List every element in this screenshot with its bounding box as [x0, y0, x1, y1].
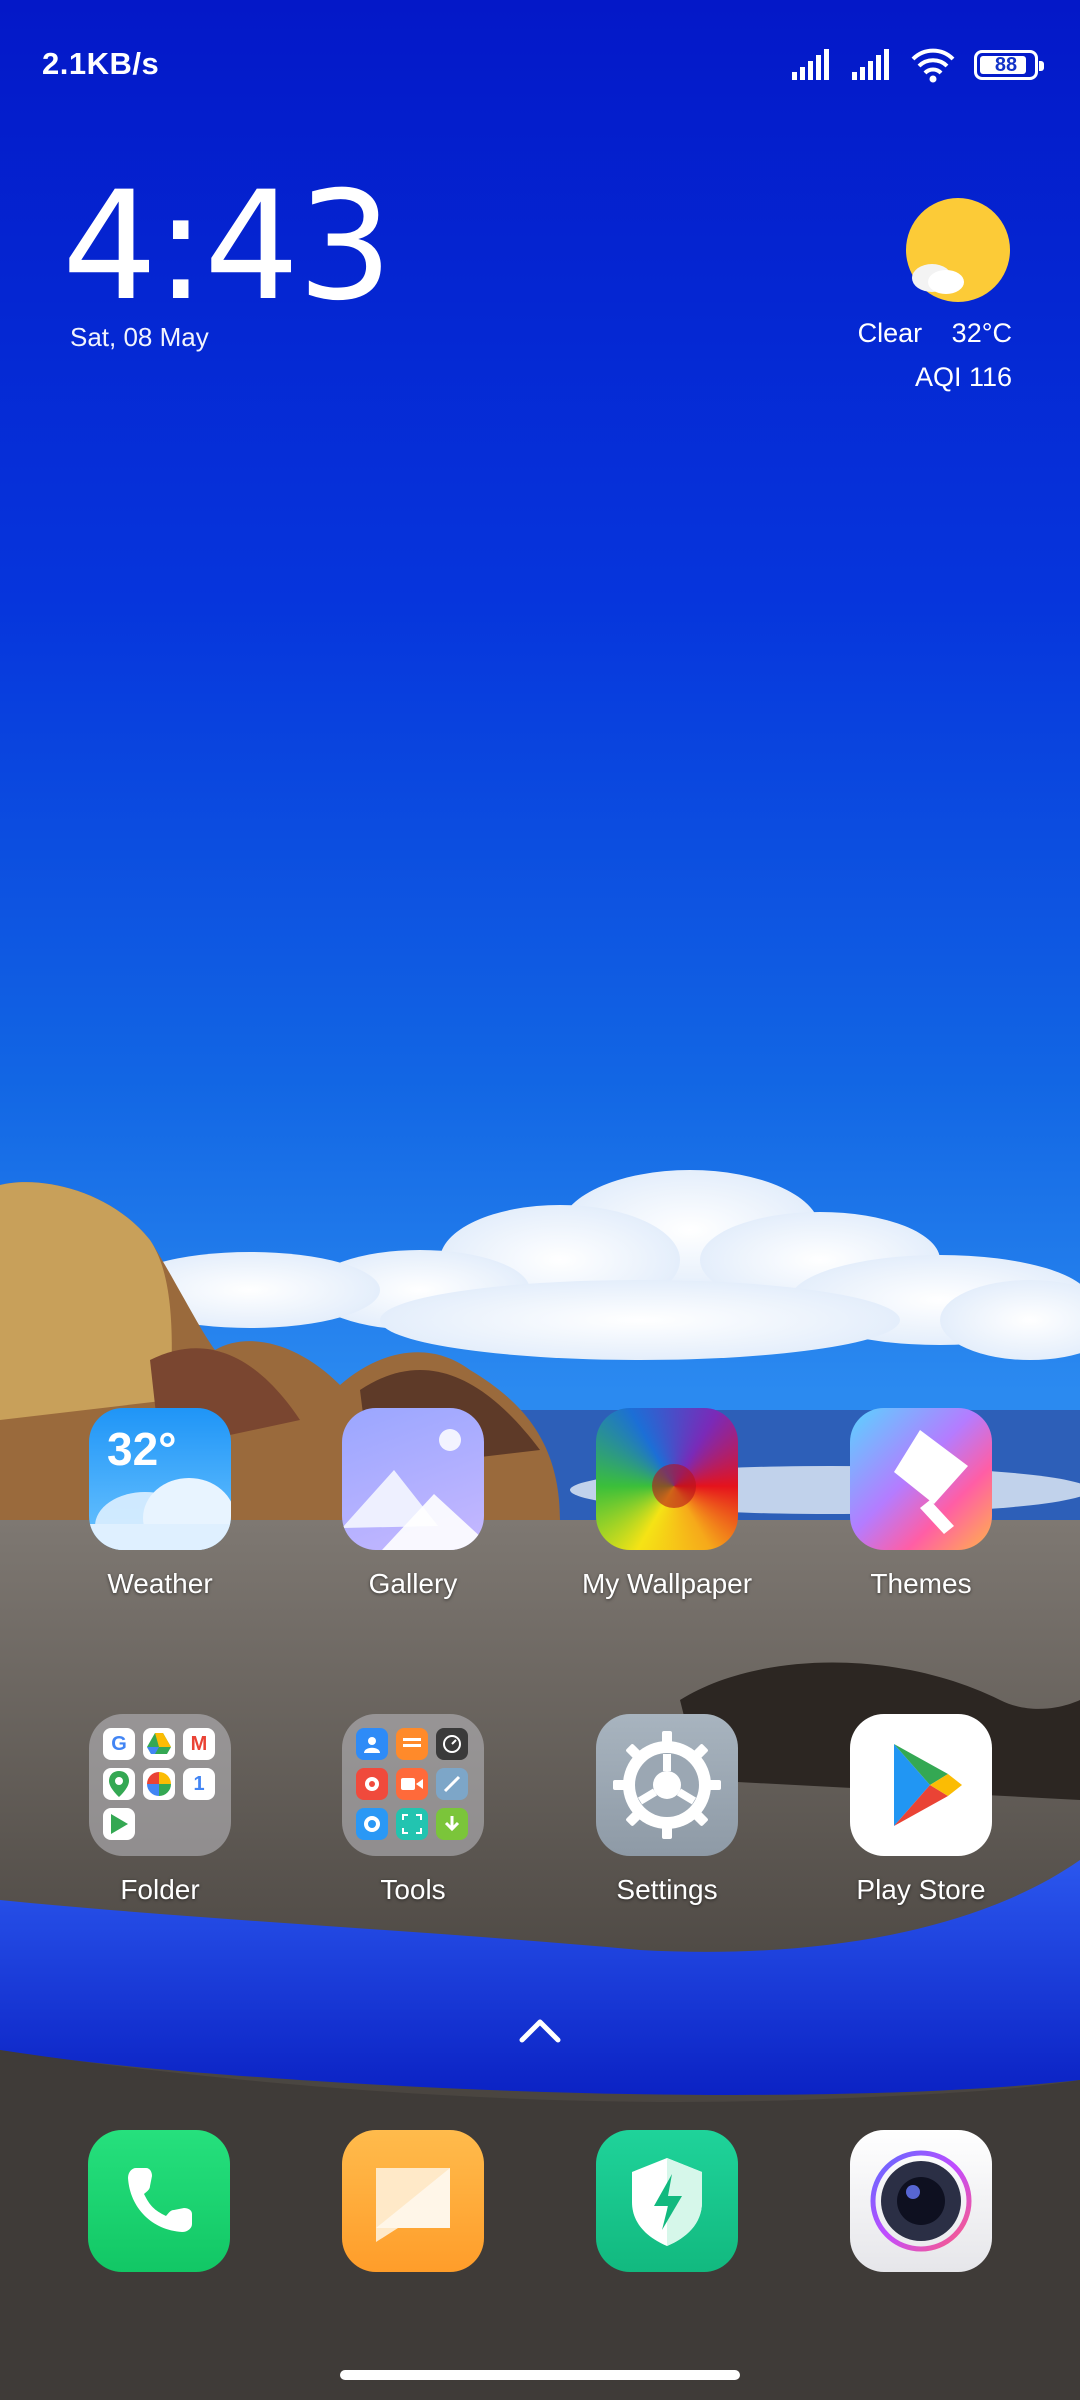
- sun-cloud-icon: [906, 198, 1010, 302]
- app-label: Themes: [870, 1568, 972, 1599]
- app-label: Tools: [380, 1874, 446, 1905]
- status-icons: 88: [790, 44, 1044, 86]
- home-gesture-bar[interactable]: [340, 2370, 740, 2380]
- weather-aqi: AQI 116: [914, 362, 1012, 392]
- settings-gear-icon[interactable]: [596, 1714, 738, 1856]
- app-weather[interactable]: 32° Weather: [60, 1408, 260, 1600]
- app-my-wallpaper[interactable]: My Wallpaper: [567, 1408, 767, 1600]
- chevron-up-icon[interactable]: [510, 2010, 570, 2050]
- google-folder-icon[interactable]: G M 1: [89, 1714, 231, 1856]
- google-search-icon: G: [103, 1728, 135, 1760]
- scanner-icon: [396, 1808, 428, 1840]
- google-one-icon: 1: [183, 1768, 215, 1800]
- app-settings[interactable]: Settings: [567, 1714, 767, 1906]
- play-store-icon[interactable]: [850, 1714, 992, 1856]
- app-label: Weather: [107, 1568, 213, 1599]
- app-play-store[interactable]: Play Store: [821, 1714, 1021, 1906]
- clock-date[interactable]: Sat, 08 May: [70, 322, 209, 353]
- contacts-icon: [356, 1728, 388, 1760]
- compass-icon: [436, 1768, 468, 1800]
- app-gallery[interactable]: Gallery: [313, 1408, 513, 1600]
- themes-app-icon[interactable]: [850, 1408, 992, 1550]
- app-label: Gallery: [368, 1568, 458, 1599]
- gallery-app-icon[interactable]: [342, 1408, 484, 1550]
- signal-sim2-icon: [852, 49, 889, 80]
- google-maps-icon: [103, 1768, 135, 1800]
- weather-summary: Clear 32°C: [858, 318, 1012, 349]
- app-themes[interactable]: Themes: [821, 1408, 1021, 1600]
- battery-icon: 88: [974, 50, 1044, 80]
- play-games-icon: [103, 1808, 135, 1840]
- weather-temperature: 32°C: [951, 318, 1012, 348]
- notes-icon[interactable]: [342, 2130, 484, 2272]
- app-label: My Wallpaper: [581, 1568, 753, 1599]
- google-photos-icon: [143, 1768, 175, 1800]
- screen-recorder-icon: [396, 1768, 428, 1800]
- gmail-icon: M: [183, 1728, 215, 1760]
- status-bar: 2.1KB/s 88: [0, 0, 1080, 130]
- app-label: Folder: [120, 1874, 200, 1905]
- wallpaper-app-icon[interactable]: [596, 1408, 738, 1550]
- app-folder[interactable]: G M 1 Folder: [60, 1714, 260, 1906]
- clock-mini-icon: [436, 1728, 468, 1760]
- app-label: Play Store: [856, 1874, 986, 1905]
- wifi-icon: [911, 48, 955, 83]
- camera-icon[interactable]: [850, 2130, 992, 2272]
- clock-time[interactable]: 4:43: [62, 172, 393, 322]
- downloads-icon: [436, 1808, 468, 1840]
- weather-condition: Clear: [857, 318, 923, 348]
- phone-icon[interactable]: [88, 2130, 230, 2272]
- battery-level: 88: [994, 53, 1018, 76]
- tools-folder-icon[interactable]: [342, 1714, 484, 1856]
- notes-mini-icon: [396, 1728, 428, 1760]
- weather-app-icon[interactable]: 32°: [89, 1408, 231, 1550]
- app-tools[interactable]: Tools: [313, 1714, 513, 1906]
- security-icon[interactable]: [596, 2130, 738, 2272]
- recorder-icon: [356, 1768, 388, 1800]
- google-drive-icon: [143, 1728, 175, 1760]
- network-speed: 2.1KB/s: [42, 46, 160, 81]
- app-label: Settings: [616, 1874, 718, 1905]
- browser-mini-icon: [356, 1808, 388, 1840]
- signal-sim1-icon: [792, 49, 829, 80]
